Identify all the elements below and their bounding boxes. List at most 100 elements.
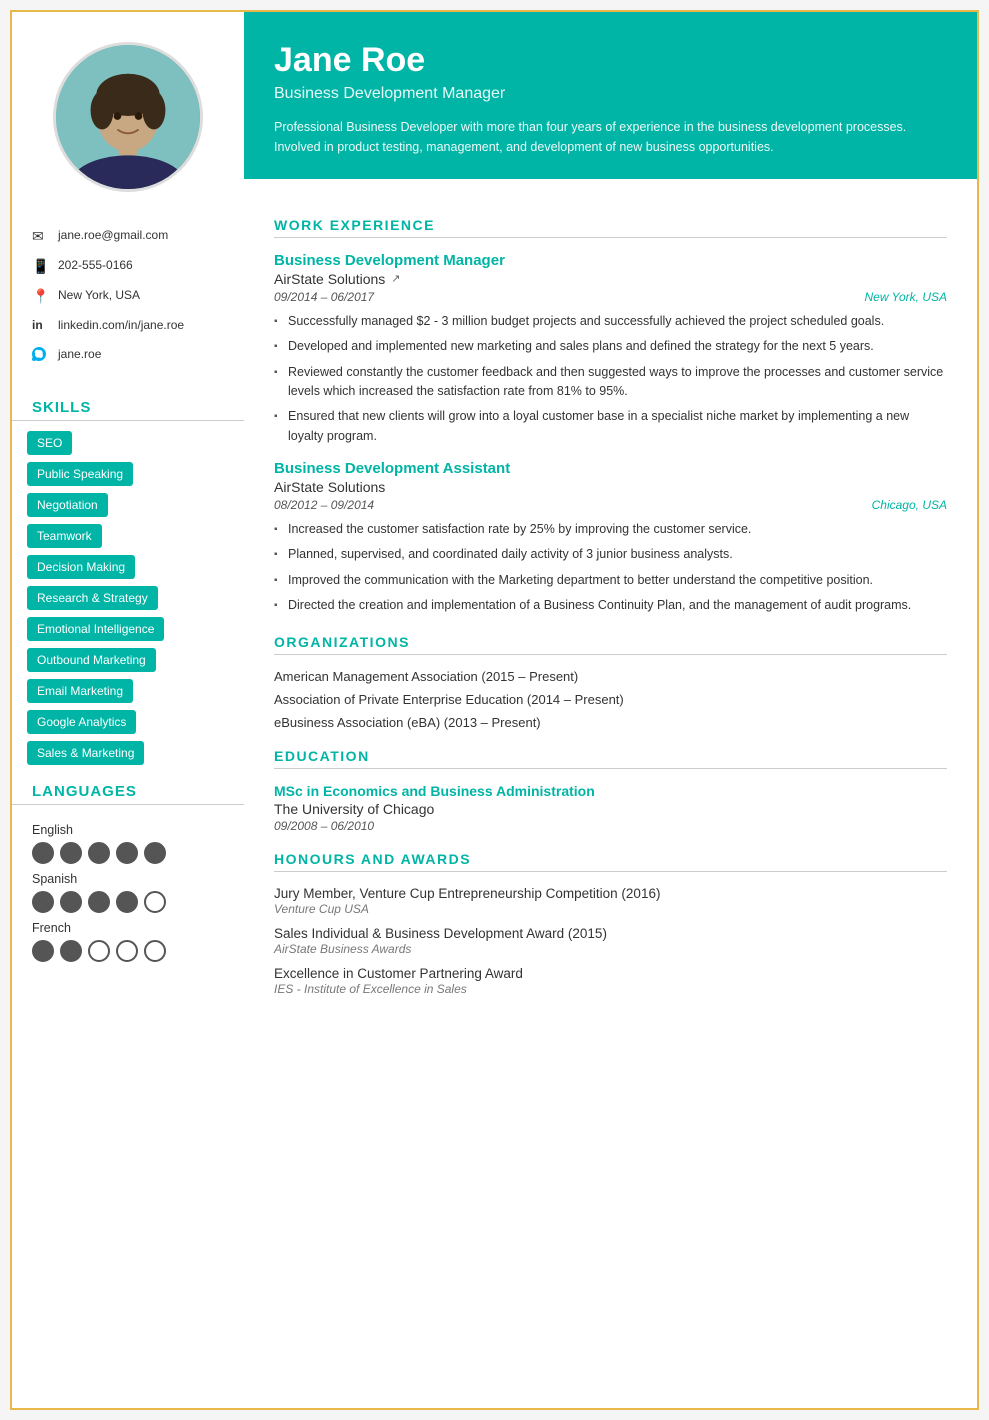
award-item: Excellence in Customer Partnering AwardI… bbox=[274, 966, 947, 996]
job-dates: 09/2014 – 06/2017 bbox=[274, 290, 374, 304]
language-dot bbox=[32, 842, 54, 864]
job-title: Business Development Manager bbox=[274, 252, 947, 269]
candidate-name: Jane Roe bbox=[274, 40, 947, 81]
language-dot bbox=[88, 940, 110, 962]
award-org: AirState Business Awards bbox=[274, 942, 947, 956]
avatar-image bbox=[56, 42, 200, 192]
external-link-icon[interactable]: ↗ bbox=[391, 272, 400, 285]
linkedin-icon: in bbox=[32, 318, 50, 332]
organizations-list: American Management Association (2015 – … bbox=[274, 669, 947, 730]
skill-badge: Email Marketing bbox=[27, 679, 133, 703]
location-icon: 📍 bbox=[32, 288, 50, 305]
skill-badge: Research & Strategy bbox=[27, 586, 158, 610]
email-value: jane.roe@gmail.com bbox=[58, 227, 168, 244]
company-name: AirState Solutions↗ bbox=[274, 271, 947, 287]
work-experience-list: Business Development Manager AirState Sol… bbox=[274, 252, 947, 616]
job-item: Business Development Assistant AirState S… bbox=[274, 460, 947, 616]
language-dots bbox=[32, 940, 224, 962]
organization-item: eBusiness Association (eBA) (2013 – Pres… bbox=[274, 715, 947, 730]
skill-badge: Public Speaking bbox=[27, 462, 133, 486]
organization-item: Association of Private Enterprise Educat… bbox=[274, 692, 947, 707]
language-dot bbox=[116, 842, 138, 864]
skill-badge: Google Analytics bbox=[27, 710, 136, 734]
phone-icon: 📱 bbox=[32, 258, 50, 275]
language-dot bbox=[32, 891, 54, 913]
candidate-title: Business Development Manager bbox=[274, 85, 947, 103]
languages-heading: LANGUAGES bbox=[12, 775, 244, 805]
skill-badge: Sales & Marketing bbox=[27, 741, 144, 765]
job-bullet: Successfully managed $2 - 3 million budg… bbox=[274, 312, 947, 331]
job-bullet: Developed and implemented new marketing … bbox=[274, 337, 947, 356]
skype-value: jane.roe bbox=[58, 346, 101, 363]
award-title: Excellence in Customer Partnering Award bbox=[274, 966, 947, 981]
skill-badge: Decision Making bbox=[27, 555, 135, 579]
skill-badge: SEO bbox=[27, 431, 72, 455]
language-dot bbox=[32, 940, 54, 962]
main-content: Jane Roe Business Development Manager Pr… bbox=[244, 12, 977, 1408]
language-dot bbox=[116, 940, 138, 962]
location-item: 📍 New York, USA bbox=[32, 287, 224, 305]
job-bullet: Reviewed constantly the customer feedbac… bbox=[274, 363, 947, 402]
language-dot bbox=[116, 891, 138, 913]
language-dot bbox=[88, 891, 110, 913]
edu-degree: MSc in Economics and Business Administra… bbox=[274, 783, 947, 799]
languages-section: English Spanish French bbox=[12, 815, 244, 972]
job-dates-row: 08/2012 – 09/2014 Chicago, USA bbox=[274, 498, 947, 512]
award-item: Sales Individual & Business Development … bbox=[274, 926, 947, 956]
language-label: Spanish bbox=[32, 872, 224, 886]
award-item: Jury Member, Venture Cup Entrepreneurshi… bbox=[274, 886, 947, 916]
education-heading: EDUCATION bbox=[274, 748, 947, 769]
profile-photo bbox=[53, 42, 203, 192]
skill-badge: Teamwork bbox=[27, 524, 102, 548]
linkedin-item: in linkedin.com/in/jane.roe bbox=[32, 317, 224, 334]
award-org: IES - Institute of Excellence in Sales bbox=[274, 982, 947, 996]
location-value: New York, USA bbox=[58, 287, 140, 304]
contact-section: ✉ jane.roe@gmail.com 📱 202-555-0166 📍 Ne… bbox=[12, 212, 244, 391]
job-title: Business Development Assistant bbox=[274, 460, 947, 477]
job-bullet: Planned, supervised, and coordinated dai… bbox=[274, 545, 947, 564]
resume-container: ✉ jane.roe@gmail.com 📱 202-555-0166 📍 Ne… bbox=[10, 10, 979, 1410]
language-dot bbox=[60, 940, 82, 962]
honours-heading: HONOURS AND AWARDS bbox=[274, 851, 947, 872]
sidebar: ✉ jane.roe@gmail.com 📱 202-555-0166 📍 Ne… bbox=[12, 12, 244, 1408]
language-dots bbox=[32, 891, 224, 913]
skill-badge: Outbound Marketing bbox=[27, 648, 156, 672]
candidate-summary: Professional Business Developer with mor… bbox=[274, 117, 947, 157]
job-dates: 08/2012 – 09/2014 bbox=[274, 498, 374, 512]
job-location: Chicago, USA bbox=[872, 498, 947, 512]
award-title: Sales Individual & Business Development … bbox=[274, 926, 947, 941]
edu-school: The University of Chicago bbox=[274, 801, 947, 817]
language-dot bbox=[60, 891, 82, 913]
education-item: MSc in Economics and Business Administra… bbox=[274, 783, 947, 833]
email-icon: ✉ bbox=[32, 228, 50, 245]
language-label: French bbox=[32, 921, 224, 935]
skype-icon bbox=[32, 347, 50, 364]
language-dot bbox=[144, 891, 166, 913]
skills-heading: SKILLS bbox=[12, 391, 244, 421]
edu-dates: 09/2008 – 06/2010 bbox=[274, 819, 947, 833]
header-banner: Jane Roe Business Development Manager Pr… bbox=[244, 12, 977, 179]
job-item: Business Development Manager AirState Sol… bbox=[274, 252, 947, 446]
organizations-heading: ORGANIZATIONS bbox=[274, 634, 947, 655]
job-bullet: Improved the communication with the Mark… bbox=[274, 571, 947, 590]
organization-item: American Management Association (2015 – … bbox=[274, 669, 947, 684]
education-list: MSc in Economics and Business Administra… bbox=[274, 783, 947, 833]
language-dot bbox=[88, 842, 110, 864]
job-bullet: Increased the customer satisfaction rate… bbox=[274, 520, 947, 539]
language-dot bbox=[60, 842, 82, 864]
award-org: Venture Cup USA bbox=[274, 902, 947, 916]
language-label: English bbox=[32, 823, 224, 837]
skill-badge: Emotional Intelligence bbox=[27, 617, 164, 641]
job-bullet: Directed the creation and implementation… bbox=[274, 596, 947, 615]
company-name: AirState Solutions bbox=[274, 479, 947, 495]
skype-item: jane.roe bbox=[32, 346, 224, 364]
linkedin-value: linkedin.com/in/jane.roe bbox=[58, 317, 184, 334]
job-dates-row: 09/2014 – 06/2017New York, USA bbox=[274, 290, 947, 304]
phone-value: 202-555-0166 bbox=[58, 257, 133, 274]
content-body: WORK EXPERIENCE Business Development Man… bbox=[244, 179, 977, 1026]
job-bullet: Ensured that new clients will grow into … bbox=[274, 407, 947, 446]
phone-item: 📱 202-555-0166 bbox=[32, 257, 224, 275]
skills-list: SEOPublic SpeakingNegotiationTeamworkDec… bbox=[12, 431, 244, 775]
photo-section bbox=[12, 12, 244, 212]
language-dot bbox=[144, 842, 166, 864]
